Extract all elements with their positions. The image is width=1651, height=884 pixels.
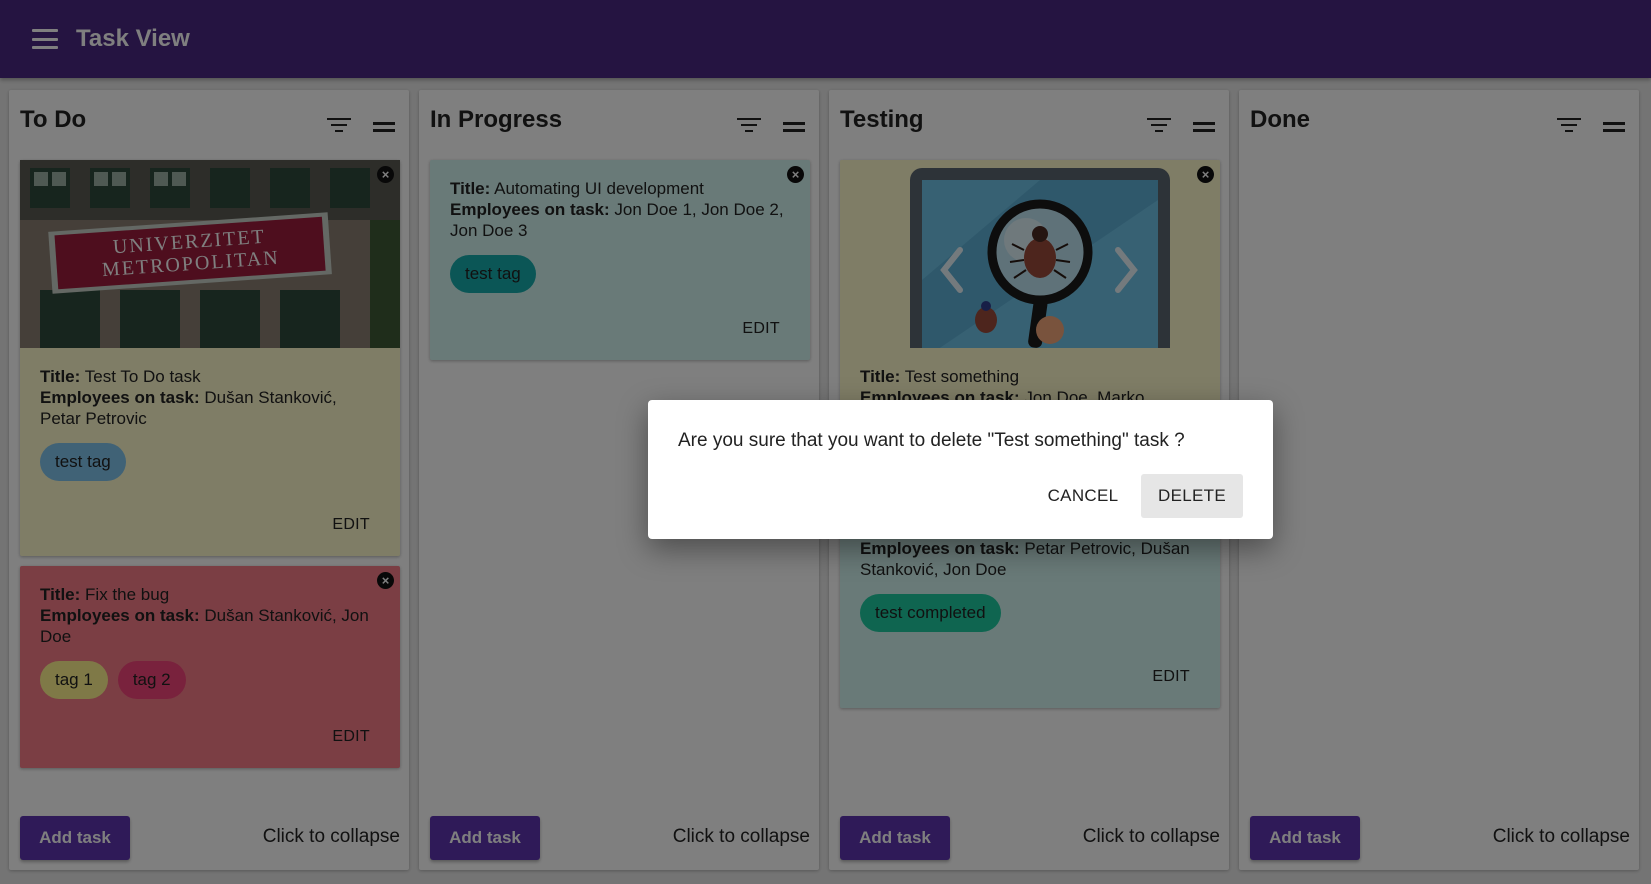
delete-confirmation-dialog: Are you sure that you want to delete "Te… <box>648 400 1273 539</box>
delete-button[interactable]: DELETE <box>1141 474 1243 518</box>
dialog-message: Are you sure that you want to delete "Te… <box>678 430 1185 451</box>
cancel-button[interactable]: CANCEL <box>1038 474 1128 518</box>
